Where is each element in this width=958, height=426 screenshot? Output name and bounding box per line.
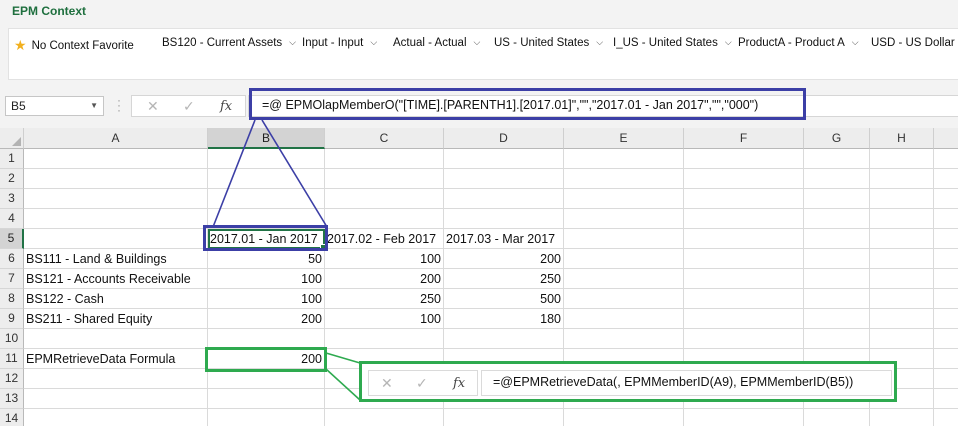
row-header-6[interactable]: 6 — [0, 249, 24, 269]
row-header-9[interactable]: 9 — [0, 309, 24, 329]
epm-context-box: ★ No Context Favorite BS120 - Current Ass… — [8, 28, 958, 80]
cell-d7[interactable]: 250 — [444, 269, 561, 289]
row-header-14[interactable]: 14 — [0, 409, 24, 426]
gridline — [24, 168, 958, 169]
row-header-10[interactable]: 10 — [0, 329, 24, 349]
chevron-down-icon: ⌵ — [473, 37, 481, 47]
context-dimension-account[interactable]: BS120 - Current Assets ⌵ — [162, 37, 296, 53]
context-favorite-label: No Context Favorite — [31, 40, 134, 52]
row-header-7[interactable]: 7 — [0, 269, 24, 289]
row-header-2[interactable]: 2 — [0, 169, 24, 189]
cell-a6[interactable]: BS111 - Land & Buildings — [26, 249, 167, 269]
epm-context-header: EPM Context — [0, 0, 958, 24]
context-dimension-currency[interactable]: USD - US Dollar — [871, 37, 955, 53]
cell-a9[interactable]: BS211 - Shared Equity — [26, 309, 152, 329]
cell-b5-highlight-box — [203, 225, 328, 251]
cell-a11[interactable]: EPMRetrieveData Formula — [26, 349, 175, 369]
context-dimension-product[interactable]: ProductA - Product A ⌵ — [738, 37, 859, 53]
chevron-down-icon: ⌵ — [596, 37, 604, 47]
cell-c6[interactable]: 100 — [325, 249, 441, 269]
formula-buttons: ✕ ✓ fx — [131, 95, 246, 117]
column-header-e[interactable]: E — [564, 128, 684, 149]
column-header-a[interactable]: A — [24, 128, 208, 149]
enter-icon[interactable]: ✓ — [183, 98, 195, 115]
row-header-11[interactable]: 11 — [0, 349, 24, 369]
insert-function-icon: fx — [453, 376, 466, 391]
epm-context-title: EPM Context — [12, 4, 87, 18]
cell-b8[interactable]: 100 — [208, 289, 322, 309]
cell-b9[interactable]: 200 — [208, 309, 322, 329]
column-header-f[interactable]: F — [684, 128, 804, 149]
context-dimension-label: USD - US Dollar — [871, 37, 955, 49]
grip-dots-icon[interactable]: · · · — [117, 94, 121, 116]
column-header-c[interactable]: C — [325, 128, 444, 149]
row-header-4[interactable]: 4 — [0, 209, 24, 229]
star-icon: ★ — [14, 37, 27, 53]
cell-d8[interactable]: 500 — [444, 289, 561, 309]
cell-c8[interactable]: 250 — [325, 289, 441, 309]
row-header-3[interactable]: 3 — [0, 189, 24, 209]
context-dimension-label: Actual - Actual — [393, 37, 467, 49]
epm-context-bar: ★ No Context Favorite BS120 - Current Ass… — [0, 24, 958, 84]
column-header-b[interactable]: B — [208, 128, 325, 149]
row-header-1[interactable]: 1 — [0, 149, 24, 169]
column-header-g[interactable]: G — [804, 128, 870, 149]
gridline — [24, 208, 958, 209]
context-dimension-entity[interactable]: US - United States ⌵ — [494, 37, 603, 53]
formula-highlight-box — [249, 88, 806, 120]
context-dimension-label: BS120 - Current Assets — [162, 37, 283, 49]
green-connector-line — [325, 352, 361, 364]
cell-d9[interactable]: 180 — [444, 309, 561, 329]
cell-a8[interactable]: BS122 - Cash — [26, 289, 104, 309]
cell-c9[interactable]: 100 — [325, 309, 441, 329]
context-dimension-label: ProductA - Product A — [738, 37, 845, 49]
context-dimension-label: US - United States — [494, 37, 590, 49]
chevron-down-icon: ⌵ — [289, 37, 296, 47]
column-header-overflow[interactable] — [934, 128, 958, 149]
gridline — [24, 188, 958, 189]
gridline — [933, 149, 934, 426]
cell-b6[interactable]: 50 — [208, 249, 322, 269]
gridline — [24, 408, 958, 409]
enter-icon: ✓ — [416, 375, 428, 391]
cell-d5[interactable]: 2017.03 - Mar 2017 — [446, 229, 555, 249]
cancel-icon[interactable]: ✕ — [147, 98, 159, 115]
row-header-12[interactable]: 12 — [0, 369, 24, 389]
insert-function-icon[interactable]: fx — [220, 99, 232, 114]
column-header-d[interactable]: D — [444, 128, 564, 149]
context-dimension-flow[interactable]: Input - Input ⌵ — [302, 37, 377, 53]
name-box-value: B5 — [11, 99, 26, 113]
context-favorite-dropdown[interactable]: ★ No Context Favorite — [14, 37, 134, 53]
callout-formula-buttons: ✕ ✓ fx — [368, 370, 478, 396]
chevron-down-icon[interactable]: ▼ — [90, 101, 98, 110]
context-dimension-category[interactable]: Actual - Actual ⌵ — [393, 37, 480, 53]
cell-c5[interactable]: 2017.02 - Feb 2017 — [327, 229, 436, 249]
column-header-h[interactable]: H — [870, 128, 934, 149]
chevron-down-icon: ⌵ — [724, 37, 732, 47]
cancel-icon: ✕ — [381, 375, 393, 391]
name-box[interactable]: B5 ▼ — [5, 96, 104, 116]
cell-b11-highlight-box — [205, 347, 327, 372]
cell-b7[interactable]: 100 — [208, 269, 322, 289]
cell-d6[interactable]: 200 — [444, 249, 561, 269]
row-header-13[interactable]: 13 — [0, 389, 24, 409]
chevron-down-icon: ⌵ — [851, 37, 859, 47]
context-dimension-intercompany[interactable]: I_US - United States ⌵ — [613, 37, 732, 53]
row-header-8[interactable]: 8 — [0, 289, 24, 309]
green-connector-line — [325, 368, 361, 401]
chevron-down-icon: ⌵ — [370, 37, 378, 47]
row-header-5[interactable]: 5 — [0, 229, 24, 249]
cell-a7[interactable]: BS121 - Accounts Receivable — [26, 269, 191, 289]
callout-formula-text: =@EPMRetrieveData(, EPMMemberID(A9), EPM… — [493, 375, 854, 389]
context-dimension-label: Input - Input — [302, 37, 364, 49]
select-all-corner[interactable] — [0, 128, 24, 149]
cell-c7[interactable]: 200 — [325, 269, 441, 289]
context-dimension-label: I_US - United States — [613, 37, 718, 49]
